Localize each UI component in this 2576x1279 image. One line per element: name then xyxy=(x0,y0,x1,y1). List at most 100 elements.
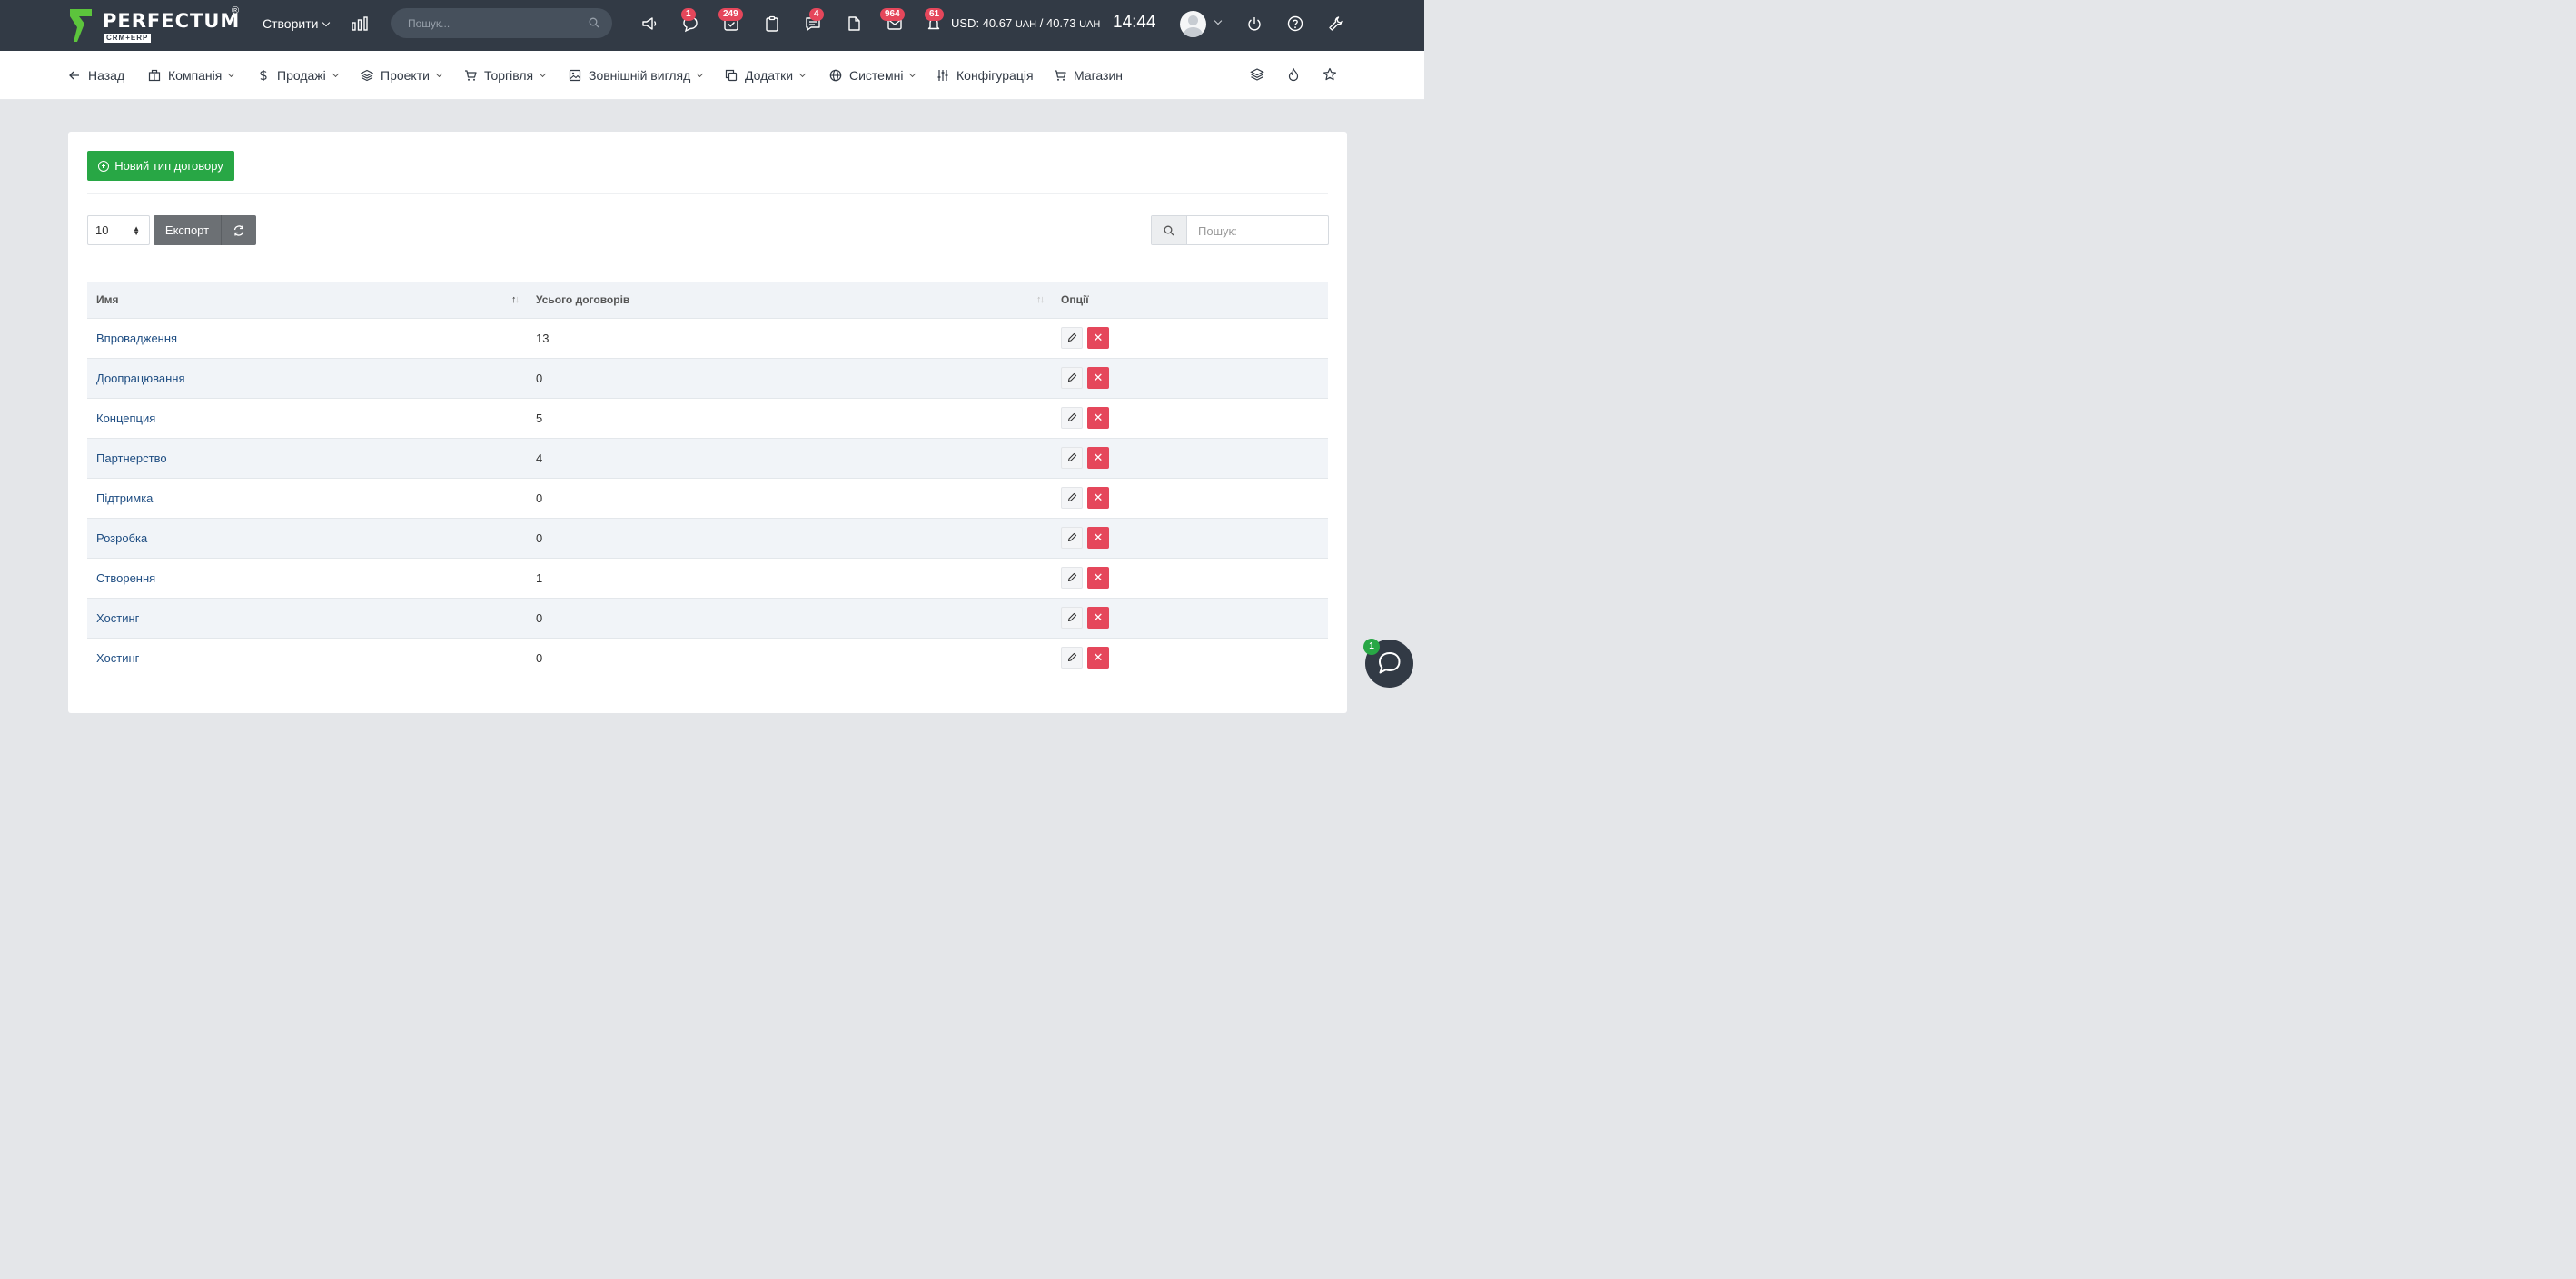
currency-rates: USD: 40.67 UAH / 40.73 UAH xyxy=(951,16,1100,30)
menu-company[interactable]: Компанія xyxy=(148,68,235,83)
mail-icon[interactable]: 964 xyxy=(880,8,905,33)
create-label: Створити xyxy=(263,16,319,31)
edit-button[interactable] xyxy=(1061,647,1083,669)
edit-button[interactable] xyxy=(1061,447,1083,469)
contract-type-name-link[interactable]: Партнерство xyxy=(87,437,527,478)
chat-badge: 1 xyxy=(681,8,696,21)
row-options: ✕ xyxy=(1052,317,1328,358)
chat-icon[interactable]: 1 xyxy=(681,8,699,33)
menu-sales-label: Продажі xyxy=(277,68,326,83)
support-chat-button[interactable]: 1 xyxy=(1363,639,1413,688)
brand-logo[interactable]: PERFECTUM ® CRM+ERP xyxy=(68,5,241,45)
refresh-button[interactable] xyxy=(221,215,256,245)
pencil-icon xyxy=(1067,653,1077,662)
new-contract-type-button[interactable]: Новий тип договору xyxy=(87,151,234,181)
pencil-icon xyxy=(1067,332,1077,342)
contract-type-name-link[interactable]: Хостинг xyxy=(87,637,527,678)
menu-addons[interactable]: Додатки xyxy=(725,68,807,83)
divider xyxy=(87,193,1328,194)
edit-button[interactable] xyxy=(1061,367,1083,389)
contract-type-name-link[interactable]: Концепция xyxy=(87,397,527,438)
table-search-placeholder: Пошук: xyxy=(1198,224,1237,238)
delete-button[interactable]: ✕ xyxy=(1087,527,1109,549)
contract-count: 1 xyxy=(527,557,1052,598)
menu-sales[interactable]: Продажі xyxy=(257,68,339,83)
edit-button[interactable] xyxy=(1061,487,1083,509)
column-header-name[interactable]: Имя ↑↓ xyxy=(87,282,527,318)
chevron-down-icon[interactable] xyxy=(1214,16,1223,25)
create-dropdown[interactable]: Створити xyxy=(263,16,331,31)
export-button[interactable]: Експорт xyxy=(154,215,221,245)
page-length-select[interactable]: 10 ▲ ▼ xyxy=(87,215,150,245)
chevron-down-icon xyxy=(435,70,442,77)
stack-icon[interactable] xyxy=(1250,67,1264,82)
delete-button[interactable]: ✕ xyxy=(1087,607,1109,629)
edit-button[interactable] xyxy=(1061,407,1083,429)
user-avatar[interactable] xyxy=(1180,11,1206,37)
table-row: Впровадження 13 ✕ xyxy=(87,317,1328,358)
layers-icon xyxy=(361,69,373,82)
menu-projects[interactable]: Проекти xyxy=(361,68,442,83)
row-options: ✕ xyxy=(1052,597,1328,638)
global-search-input[interactable]: Пошук... xyxy=(391,8,612,38)
contract-type-name-link[interactable]: Доопрацювання xyxy=(87,357,527,398)
edit-button[interactable] xyxy=(1061,327,1083,349)
pencil-icon xyxy=(1067,492,1077,502)
contract-type-name-link[interactable]: Розробка xyxy=(87,517,527,558)
menu-shop[interactable]: Магазин xyxy=(1054,68,1123,83)
menu-company-label: Компанія xyxy=(168,68,223,83)
chevron-down-icon xyxy=(799,70,807,77)
announcements-icon[interactable] xyxy=(640,15,659,33)
delete-button[interactable]: ✕ xyxy=(1087,567,1109,589)
notifications-bell-icon[interactable]: 61 xyxy=(925,8,945,33)
delete-button[interactable]: ✕ xyxy=(1087,447,1109,469)
tasks-icon[interactable]: 249 xyxy=(718,8,743,33)
menu-trade[interactable]: Торгівля xyxy=(464,68,547,83)
menu-appearance[interactable]: Зовнішній вигляд xyxy=(569,68,704,83)
table-row: Створення 1 ✕ xyxy=(87,557,1328,598)
table-search-addon xyxy=(1152,216,1187,244)
delete-button[interactable]: ✕ xyxy=(1087,487,1109,509)
pencil-icon xyxy=(1067,412,1077,422)
edit-button[interactable] xyxy=(1061,607,1083,629)
chevron-down-icon xyxy=(322,18,331,27)
table-search-input[interactable]: Пошук: xyxy=(1151,215,1329,245)
messages-icon[interactable]: 4 xyxy=(804,8,824,33)
row-options: ✕ xyxy=(1052,357,1328,398)
delete-button[interactable]: ✕ xyxy=(1087,407,1109,429)
menu-config[interactable]: Конфігурація xyxy=(936,68,1034,83)
refresh-icon xyxy=(233,224,244,236)
table-row: Хостинг 0 ✕ xyxy=(87,597,1328,638)
page-length-value: 10 xyxy=(95,223,109,237)
fire-icon[interactable] xyxy=(1286,67,1301,82)
delete-button[interactable]: ✕ xyxy=(1087,327,1109,349)
edit-button[interactable] xyxy=(1061,567,1083,589)
contract-type-name-link[interactable]: Створення xyxy=(87,557,527,598)
edit-button[interactable] xyxy=(1061,527,1083,549)
delete-button[interactable]: ✕ xyxy=(1087,367,1109,389)
delete-button[interactable]: ✕ xyxy=(1087,647,1109,669)
bar-chart-icon[interactable] xyxy=(352,16,368,31)
contract-type-name-link[interactable]: Впровадження xyxy=(87,317,527,358)
clipboard-icon[interactable] xyxy=(763,15,781,33)
currency-unit-2: UAH xyxy=(1079,19,1101,30)
contract-type-name-link[interactable]: Підтримка xyxy=(87,477,527,518)
menu-system[interactable]: Системні xyxy=(829,68,916,83)
column-header-total[interactable]: Усього договорів ↑↓ xyxy=(527,282,1052,318)
column-options-label: Опції xyxy=(1061,292,1089,306)
document-icon[interactable] xyxy=(845,15,863,33)
close-icon: ✕ xyxy=(1093,371,1104,384)
star-icon[interactable] xyxy=(1323,67,1337,82)
usd-sell-rate: 40.73 xyxy=(1045,16,1076,30)
new-contract-type-label: Новий тип договору xyxy=(114,159,223,173)
menu-system-label: Системні xyxy=(849,68,904,83)
menu-back-label: Назад xyxy=(88,68,125,83)
pencil-icon xyxy=(1067,532,1077,542)
menu-back[interactable]: Назад xyxy=(68,68,124,83)
contract-type-name-link[interactable]: Хостинг xyxy=(87,597,527,638)
wrench-icon[interactable] xyxy=(1327,15,1345,33)
power-icon[interactable] xyxy=(1245,15,1263,33)
help-icon[interactable] xyxy=(1286,15,1304,33)
sliders-icon xyxy=(937,70,948,81)
shopping-cart-icon xyxy=(1055,70,1066,81)
